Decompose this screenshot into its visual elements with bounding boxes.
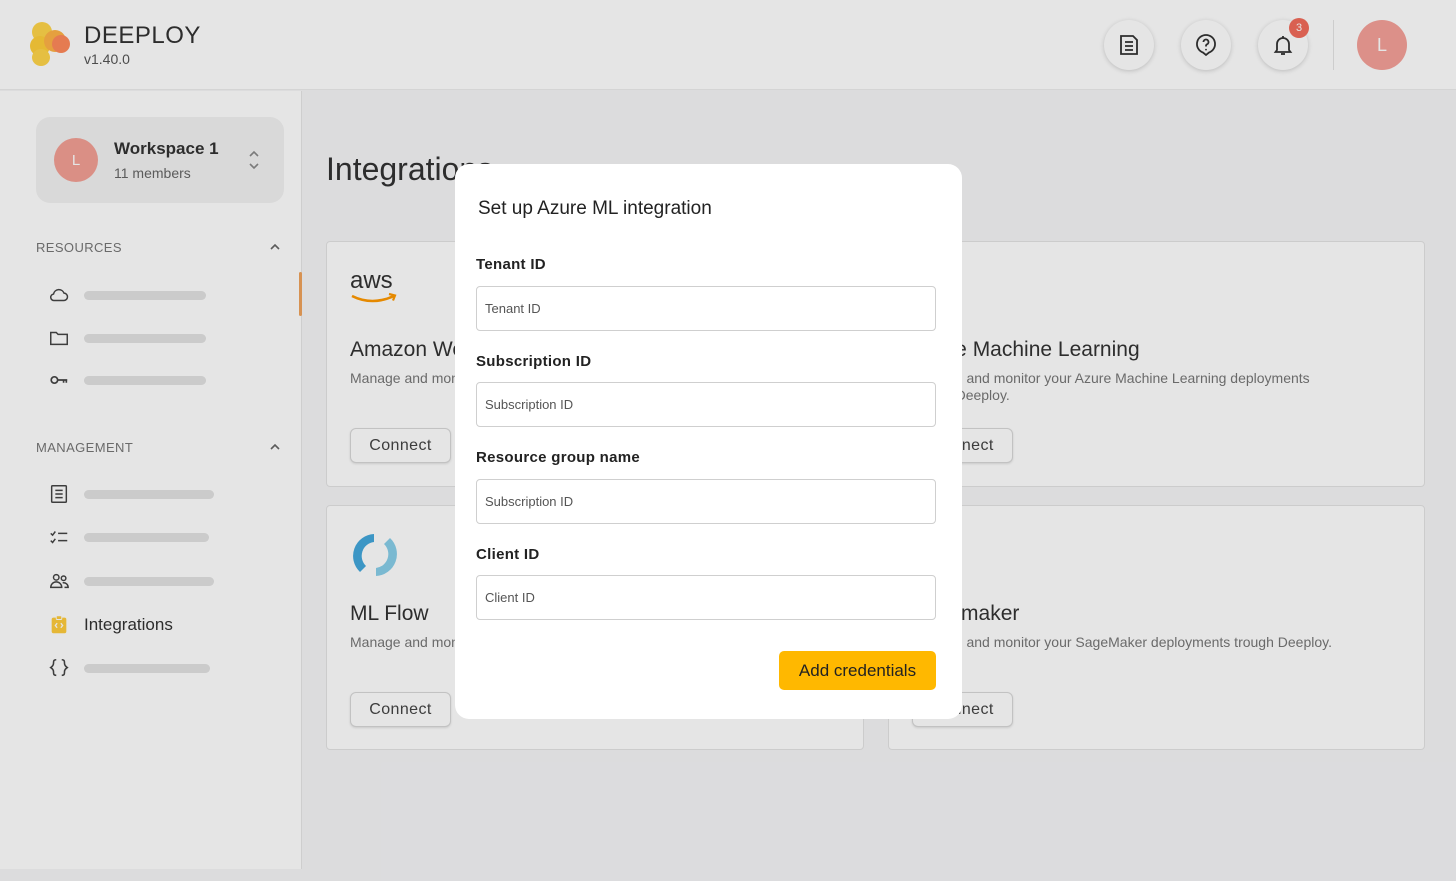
client-id-input[interactable]	[476, 575, 936, 620]
client-id-label: Client ID	[476, 546, 540, 563]
tenant-id-label: Tenant ID	[476, 256, 546, 273]
subscription-id-label: Subscription ID	[476, 353, 592, 370]
add-credentials-button[interactable]: Add credentials	[779, 651, 936, 690]
resource-group-input[interactable]	[476, 479, 936, 524]
subscription-id-input[interactable]	[476, 382, 936, 427]
dialog-title: Set up Azure ML integration	[478, 198, 712, 219]
resource-group-label: Resource group name	[476, 449, 641, 466]
azure-ml-setup-dialog: Set up Azure ML integration Tenant ID Su…	[455, 164, 962, 719]
tenant-id-input[interactable]	[476, 286, 936, 331]
